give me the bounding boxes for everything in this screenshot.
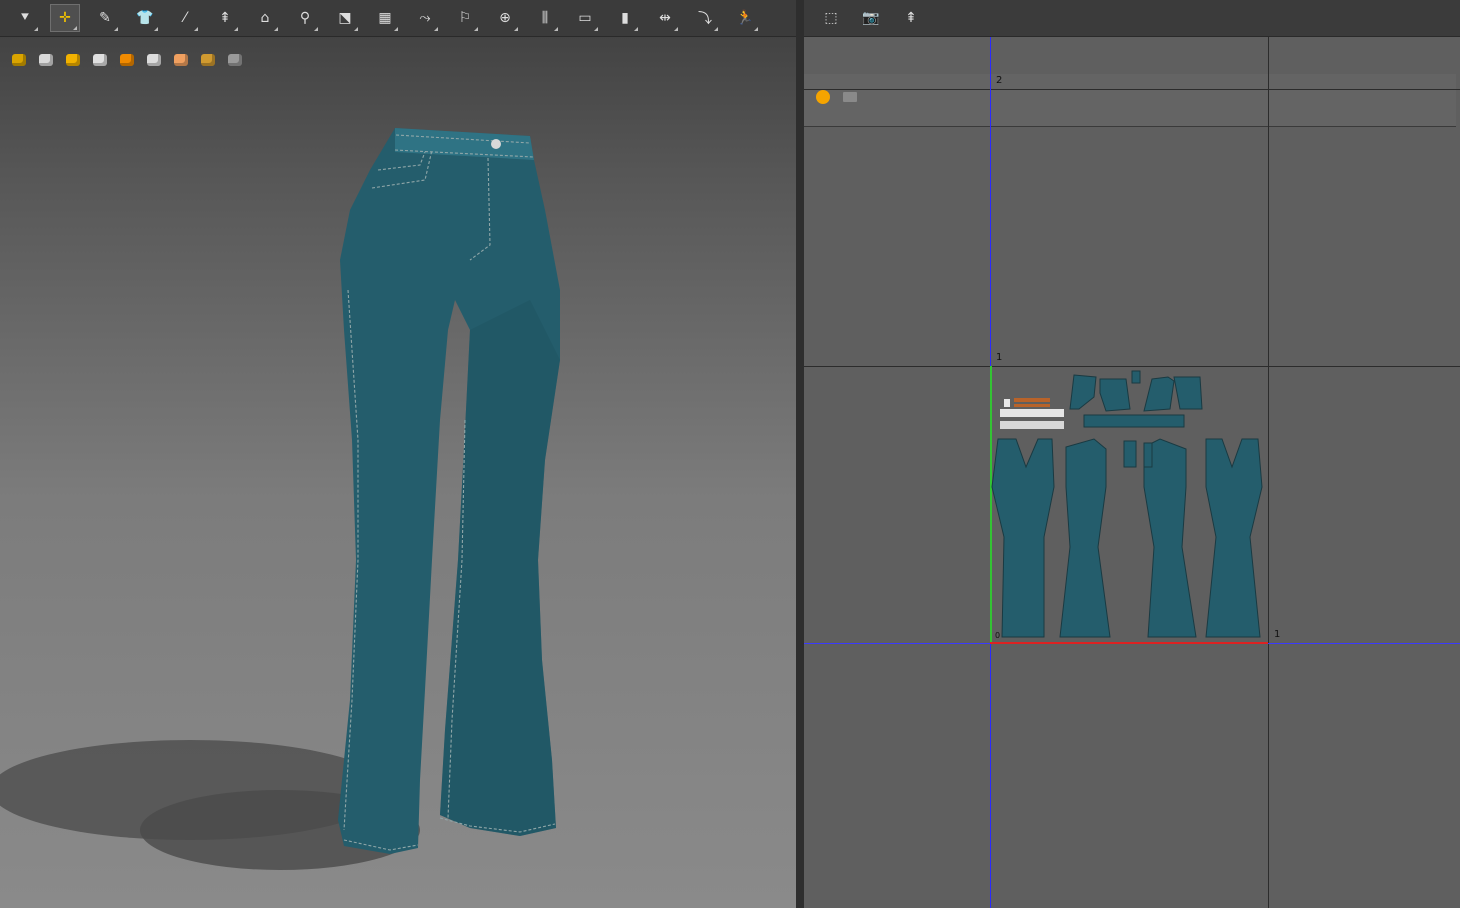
select-pattern-icon[interactable]: ⬚ (816, 4, 846, 32)
3d-garment-render[interactable] (0, 0, 796, 908)
jeans-button (491, 139, 501, 149)
snapshot-icon[interactable]: 📷 (856, 4, 886, 32)
3d-viewport[interactable]: ⯆ ✛ ✎ 👕 ⁄ ⇞ ⌂ ⚲ ⬔ ▦ ⤳ ⚐ ⊕ ⫼ ▭ ▮ ⇹ ⤵ 🏃 (0, 0, 796, 908)
right-toolbar: ⬚ 📷 ⇞ (804, 0, 1460, 37)
jeans-model (338, 128, 560, 854)
2d-pattern-window[interactable]: ⬚ 📷 ⇞ 2 1 0 1 (804, 0, 1460, 908)
pane-divider[interactable] (796, 0, 804, 908)
arrange-pattern-icon[interactable]: ⇞ (896, 4, 926, 32)
uv-grid-area[interactable]: 2 1 0 1 (804, 37, 1460, 908)
pattern-pieces[interactable] (804, 37, 1460, 908)
small-trim-pieces (1000, 398, 1064, 429)
